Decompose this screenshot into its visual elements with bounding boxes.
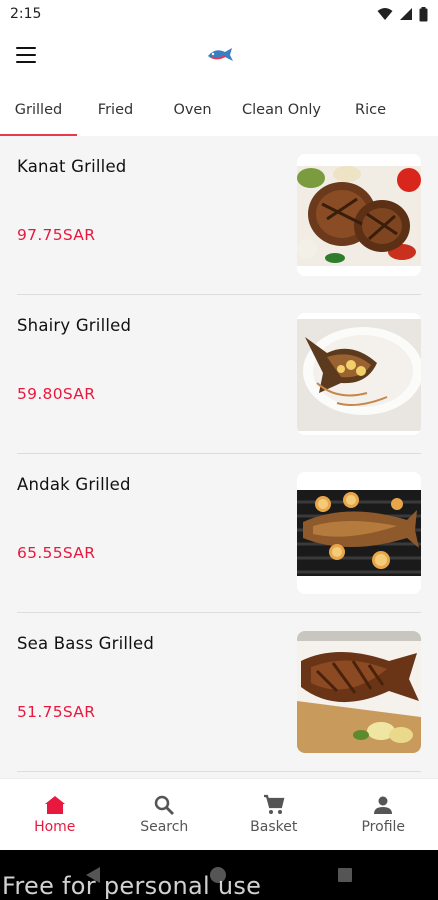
whole-grilled-fish-plate-image [297,313,421,435]
product-name: Andak Grilled [17,475,131,494]
tab-grilled[interactable]: Grilled [0,84,77,136]
wifi-icon [377,8,393,20]
fish-logo-icon [208,48,233,61]
product-price: 59.80SAR [17,385,96,403]
product-name: Sea Bass Grilled [17,634,154,653]
product-item[interactable]: Shairy Grilled 59.80SAR [17,295,421,454]
menu-icon[interactable] [16,47,36,63]
recents-icon[interactable] [337,867,353,883]
status-time: 2:15 [10,6,42,22]
home-icon [44,796,65,814]
nav-search[interactable]: Search [110,779,220,850]
nav-home[interactable]: Home [0,779,110,850]
bottom-nav: Home Search Basket Profile [0,778,438,850]
signal-icon [400,8,412,20]
nav-basket[interactable]: Basket [219,779,329,850]
product-name: Kanat Grilled [17,157,127,176]
tab-rice[interactable]: Rice [332,84,409,136]
category-tabs: Grilled Fried Oven Clean Only Rice [0,84,438,136]
search-icon [155,795,175,815]
sea-bass-board-image [297,631,421,753]
product-list: Kanat Grilled 97.75SAR Shairy Grilled 59 [0,136,438,778]
fish-on-grill-image [297,472,421,594]
product-price: 97.75SAR [17,226,96,244]
product-price: 65.55SAR [17,544,96,562]
status-bar: 2:15 [0,0,438,28]
battery-icon [419,6,428,21]
watermark-text: Free for personal use [2,872,262,900]
tab-fried[interactable]: Fried [77,84,154,136]
product-item[interactable]: Sea Bass Grilled 51.75SAR [17,613,421,772]
tab-oven[interactable]: Oven [154,84,231,136]
grilled-fish-steaks-image [297,154,421,276]
product-item[interactable]: Andak Grilled 65.55SAR [17,454,421,613]
status-icons [377,6,428,22]
cart-icon [263,794,285,814]
product-price: 51.75SAR [17,703,96,721]
app-bar [0,28,438,84]
nav-profile[interactable]: Profile [329,779,438,850]
person-icon [374,796,393,814]
product-item[interactable]: Kanat Grilled 97.75SAR [17,136,421,295]
product-name: Shairy Grilled [17,316,132,335]
tab-clean-only[interactable]: Clean Only [231,84,332,136]
